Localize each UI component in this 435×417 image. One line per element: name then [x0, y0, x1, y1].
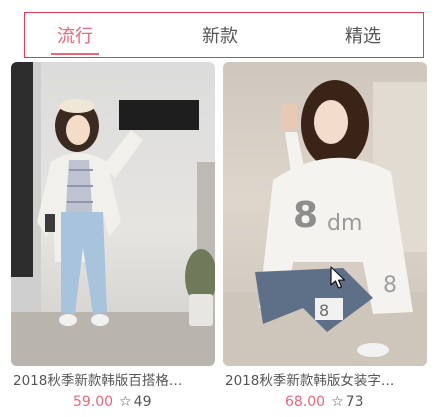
category-tab-bar: 流行 新款 精选 [24, 12, 424, 58]
tab-label: 精选 [345, 26, 381, 47]
svg-text:8: 8 [319, 301, 329, 320]
product-feed-page: 流行 新款 精选 2018秋季新款韩版百搭格… 59.00 ☆ 49 8 dm … [0, 0, 435, 417]
tab-label: 流行 [57, 26, 93, 47]
product-likes-count: 49 [133, 394, 152, 410]
product-image[interactable]: 8 dm 8 8 [223, 62, 427, 366]
model-white-jacket-jeans-photo [11, 62, 215, 366]
product-likes-count: 73 [345, 394, 364, 410]
product-price: 68.00 [285, 394, 326, 410]
product-title: 2018秋季新款韩版女装字… [225, 373, 395, 389]
svg-text:8: 8 [293, 195, 318, 236]
svg-text:8: 8 [383, 273, 397, 298]
star-outline-icon[interactable]: ☆ [119, 394, 132, 410]
model-white-hoodie-selfie-photo: 8 dm 8 8 [223, 80, 427, 366]
product-card[interactable]: 2018秋季新款韩版百搭格… 59.00 ☆ 49 [11, 62, 215, 412]
product-meta: 59.00 ☆ 49 [13, 392, 215, 412]
active-tab-indicator [51, 53, 99, 55]
svg-text:dm: dm [327, 211, 362, 236]
product-card[interactable]: 8 dm 8 8 2018秋季新款韩版女装字… 68.00 ☆ 73 [223, 62, 427, 412]
tab-label: 新款 [202, 26, 238, 47]
tab-popular[interactable]: 流行 [50, 13, 100, 57]
product-title: 2018秋季新款韩版百搭格… [13, 373, 183, 389]
product-image[interactable] [11, 62, 215, 366]
product-price: 59.00 [73, 394, 114, 410]
product-meta: 68.00 ☆ 73 [225, 392, 427, 412]
tab-featured[interactable]: 精选 [338, 13, 388, 57]
tab-new[interactable]: 新款 [195, 13, 245, 57]
star-outline-icon[interactable]: ☆ [331, 394, 344, 410]
